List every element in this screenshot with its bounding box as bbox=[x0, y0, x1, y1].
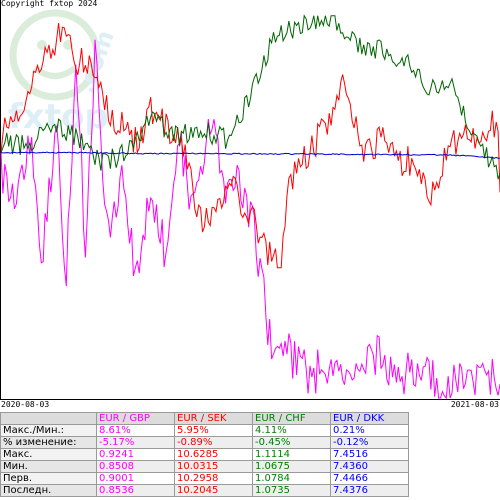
table-row: % изменение: -5.17% -0.89% -0.45% -0.12% bbox=[0, 436, 409, 449]
table-cell: 1.0675 bbox=[252, 460, 331, 473]
table-cell: 4.11% bbox=[252, 424, 331, 437]
table-corner-cell bbox=[0, 412, 97, 425]
column-header: EUR / GBP bbox=[96, 412, 175, 425]
table-cell: 8.61% bbox=[96, 424, 175, 437]
column-header: EUR / DKK bbox=[330, 412, 409, 425]
column-header: EUR / SEK bbox=[174, 412, 253, 425]
row-label: Макс./Мин.: bbox=[0, 424, 97, 437]
x-axis-end-label: 2021-08-03 bbox=[450, 400, 499, 409]
statistics-table: EUR / GBP EUR / SEK EUR / CHF EUR / DKK … bbox=[0, 412, 409, 497]
table-row: Перв. 0.9001 10.2958 1.0784 7.4466 bbox=[0, 472, 409, 485]
column-header: EUR / CHF bbox=[252, 412, 331, 425]
row-label: % изменение: bbox=[0, 436, 97, 449]
table-cell: -0.12% bbox=[330, 436, 409, 449]
table-row: Макс. 0.9241 10.6285 1.1114 7.4516 bbox=[0, 448, 409, 461]
table-cell: 5.95% bbox=[174, 424, 253, 437]
table-cell: 10.6285 bbox=[174, 448, 253, 461]
table-cell: 1.1114 bbox=[252, 448, 331, 461]
table-cell: 0.8536 bbox=[96, 484, 175, 497]
row-label: Мин. bbox=[0, 460, 97, 473]
table-cell: -5.17% bbox=[96, 436, 175, 449]
table-cell: -0.45% bbox=[252, 436, 331, 449]
table-cell: 10.0315 bbox=[174, 460, 253, 473]
table-cell: -0.89% bbox=[174, 436, 253, 449]
svg-text:.com: .com bbox=[71, 27, 119, 98]
table-cell: 0.9001 bbox=[96, 472, 175, 485]
row-label: Перв. bbox=[0, 472, 97, 485]
table-cell: 7.4516 bbox=[330, 448, 409, 461]
row-label: Последн. bbox=[0, 484, 97, 497]
series-line-eur-dkk bbox=[0, 151, 500, 159]
table-cell: 0.21% bbox=[330, 424, 409, 437]
table-cell: 10.2958 bbox=[174, 472, 253, 485]
table-cell: 7.4466 bbox=[330, 472, 409, 485]
table-cell: 10.2045 bbox=[174, 484, 253, 497]
fxtop-watermark: fxtop .com bbox=[8, 9, 120, 137]
table-row: Мин. 0.8508 10.0315 1.0675 7.4360 bbox=[0, 460, 409, 473]
table-header-row: EUR / GBP EUR / SEK EUR / CHF EUR / DKK bbox=[0, 412, 409, 425]
table-cell: 1.0735 bbox=[252, 484, 331, 497]
table-cell: 0.8508 bbox=[96, 460, 175, 473]
table-cell: 0.9241 bbox=[96, 448, 175, 461]
series-line-eur-sek bbox=[0, 22, 500, 269]
table-cell: 7.4360 bbox=[330, 460, 409, 473]
x-axis-start-label: 2020-08-03 bbox=[1, 400, 50, 409]
table-cell: 7.4376 bbox=[330, 484, 409, 497]
line-chart: fxtop .com bbox=[0, 0, 500, 400]
table-row: Макс./Мин.: 8.61% 5.95% 4.11% 0.21% bbox=[0, 424, 409, 437]
table-cell: 1.0784 bbox=[252, 472, 331, 485]
table-row: Последн. 0.8536 10.2045 1.0735 7.4376 bbox=[0, 484, 409, 497]
row-label: Макс. bbox=[0, 448, 97, 461]
